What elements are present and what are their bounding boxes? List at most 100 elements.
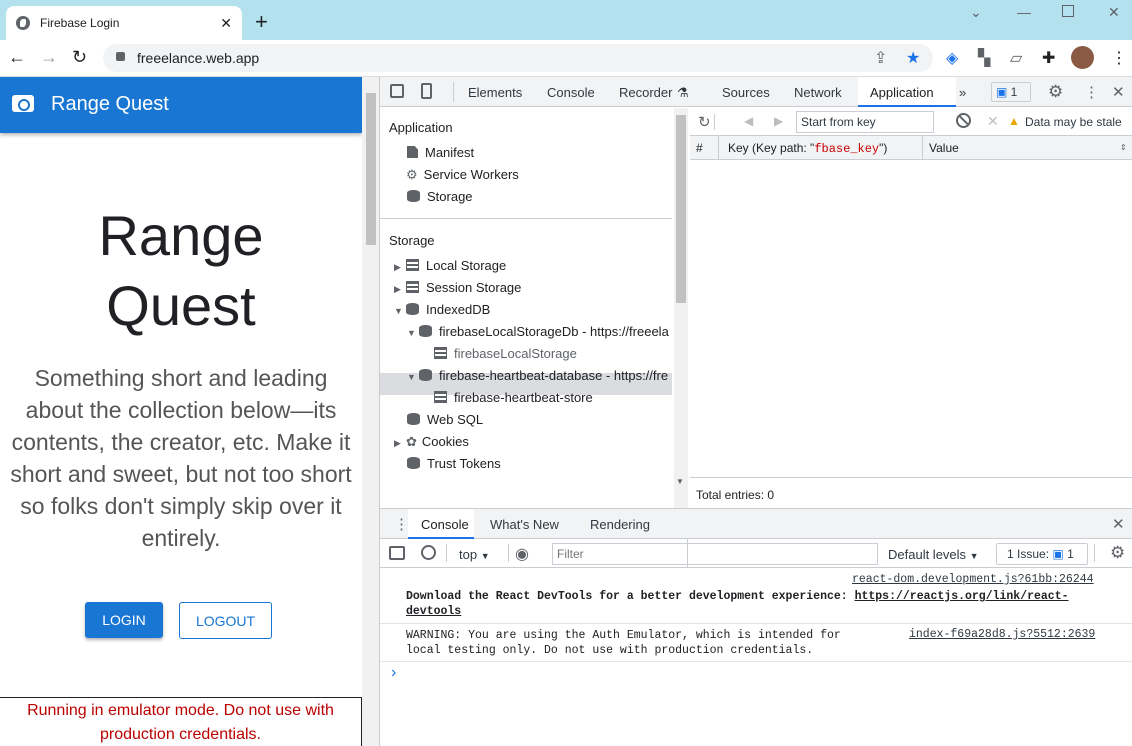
expand-arrow-icon[interactable]: ▶ [394, 278, 406, 300]
database-icon [407, 190, 420, 202]
drawer-tab-console[interactable]: Console [408, 509, 474, 539]
sidebar-item-web-sql[interactable]: Web SQL [407, 409, 483, 431]
scroll-thumb[interactable] [366, 93, 376, 245]
start-from-key-input[interactable]: Start from key [796, 111, 934, 133]
tab-recorder[interactable]: Recorder [619, 85, 672, 100]
tab-application[interactable]: Application [858, 77, 956, 107]
collapse-arrow-icon[interactable]: ▼ [394, 300, 406, 322]
avatar[interactable] [1071, 46, 1094, 69]
bookmark-star-icon[interactable]: ★ [906, 48, 920, 68]
prev-page-icon[interactable]: ◀ [744, 114, 753, 128]
drawer-menu-icon[interactable]: ⋮ [394, 515, 409, 533]
sidebar-item-firebase-local-store[interactable]: firebaseLocalStorage [434, 343, 577, 365]
sidebar-item-service-workers[interactable]: ⚙ Service Workers [406, 164, 519, 186]
column-key[interactable]: Key (Key path: "fbase_key") [728, 136, 887, 161]
column-number[interactable]: # [696, 136, 703, 160]
camera-icon [12, 95, 34, 112]
lock-icon[interactable] [116, 52, 125, 61]
log-levels-dropdown[interactable]: Default levels ▼ [888, 547, 979, 562]
tab-sources[interactable]: Sources [722, 85, 770, 100]
maximize-icon[interactable] [1062, 5, 1074, 17]
sidebar-item-storage[interactable]: Storage [407, 186, 473, 208]
url-text[interactable]: freeelance.web.app [137, 50, 259, 66]
sidebar-scrollbar[interactable] [674, 108, 688, 528]
tab-search-icon[interactable]: ⌄ [970, 4, 982, 21]
emulator-warning: Running in emulator mode. Do not use wit… [0, 697, 362, 746]
refresh-icon[interactable]: ↻ [698, 113, 711, 131]
inspect-icon[interactable] [390, 84, 404, 98]
drawer-tab-rendering[interactable]: Rendering [590, 517, 650, 532]
expand-arrow-icon[interactable]: ▶ [394, 432, 406, 454]
data-table-header: # Key (Key path: "fbase_key") Value ⇕ [690, 136, 1132, 160]
reload-icon[interactable]: ↻ [72, 47, 87, 68]
message-icon: ▣ [996, 85, 1011, 99]
sidebar-item-db-heartbeat[interactable]: ▼ firebase-heartbeat-database - https://f… [407, 365, 672, 387]
sidebar-item-session-storage[interactable]: ▶ Session Storage [394, 277, 521, 299]
issues-counter[interactable]: ▣ 1 [991, 82, 1031, 102]
sidebar-item-db-firebase-local[interactable]: ▼ firebaseLocalStorageDb - https://freeel… [407, 321, 672, 343]
message-source-link[interactable]: react-dom.development.js?61bb:26244 [852, 573, 1094, 586]
sidebar-item-label: firebaseLocalStorageDb - https://freeela [439, 324, 669, 339]
close-window-icon[interactable]: ✕ [1108, 4, 1120, 21]
eye-icon[interactable]: ◉ [515, 544, 529, 564]
extension-eraser-icon[interactable]: ▱ [1010, 48, 1022, 68]
total-entries: Total entries: 0 [690, 477, 1132, 508]
forward-icon[interactable]: → [40, 47, 58, 68]
extension-tag-icon[interactable]: ◈ [946, 48, 958, 68]
menu-dots-icon[interactable]: ⋮ [1111, 48, 1127, 68]
scroll-down-arrow-icon[interactable]: ▼ [676, 477, 684, 486]
globe-icon [16, 16, 30, 30]
context-selector[interactable]: top ▼ [459, 547, 490, 562]
extension-icon[interactable]: ▚ [978, 48, 990, 68]
close-devtools-icon[interactable]: ✕ [1112, 83, 1125, 101]
clear-console-icon[interactable] [421, 545, 436, 560]
sidebar-item-local-storage[interactable]: ▶ Local Storage [394, 255, 506, 277]
tab-network[interactable]: Network [794, 85, 842, 100]
indexeddb-toolbar: ↻ ◀ ▶ Start from key ✕ ▲ Data may be sta… [690, 108, 1132, 136]
minimize-icon[interactable]: — [1017, 4, 1031, 20]
delete-selected-icon[interactable]: ✕ [987, 113, 999, 130]
sidebar-item-heartbeat-store[interactable]: firebase-heartbeat-store [434, 387, 593, 409]
tab-elements[interactable]: Elements [468, 85, 522, 100]
message-source-link[interactable]: index-f69a28d8.js?5512:2639 [909, 628, 1095, 641]
login-button[interactable]: LOGIN [85, 602, 163, 638]
page-scrollbar[interactable] [362, 77, 380, 746]
logout-button[interactable]: LOGOUT [179, 602, 272, 639]
close-tab-icon[interactable]: ✕ [220, 15, 232, 32]
device-toolbar-icon[interactable] [421, 83, 432, 99]
back-icon[interactable]: ← [8, 47, 26, 68]
sidebar-toggle-icon[interactable] [389, 546, 405, 560]
share-icon[interactable]: ⇪ [874, 48, 887, 68]
column-value[interactable]: Value [929, 136, 959, 160]
app-title: Range Quest [51, 93, 169, 115]
console-filter-input[interactable]: Filter [552, 543, 878, 565]
sidebar-item-cookies[interactable]: ▶ ✿ Cookies [394, 431, 469, 453]
collapse-arrow-icon[interactable]: ▼ [407, 366, 419, 387]
console-issues-button[interactable]: 1 Issue: ▣ 1 [996, 543, 1088, 565]
sidebar-item-trust-tokens[interactable]: Trust Tokens [407, 453, 501, 475]
puzzle-icon[interactable]: ✚ [1042, 48, 1055, 68]
sidebar-item-manifest[interactable]: Manifest [407, 142, 474, 164]
collapse-arrow-icon[interactable]: ▼ [407, 322, 419, 343]
new-tab-button[interactable]: + [255, 10, 268, 34]
clear-object-store-icon[interactable] [956, 113, 971, 128]
settings-gear-icon[interactable]: ⚙ [1048, 82, 1063, 102]
sidebar-item-indexeddb[interactable]: ▼ IndexedDB [394, 299, 490, 321]
sidebar-item-label: firebaseLocalStorage [454, 346, 577, 361]
browser-tab[interactable]: Firebase Login ✕ [6, 6, 242, 40]
sidebar-item-label: Web SQL [427, 412, 484, 427]
drawer-tab-whats-new[interactable]: What's New [490, 517, 559, 532]
column-key-suffix: ") [879, 141, 888, 155]
tab-console[interactable]: Console [547, 85, 595, 100]
devtools-menu-icon[interactable]: ⋮ [1084, 83, 1099, 101]
scroll-thumb[interactable] [676, 115, 686, 303]
sidebar-item-label: Service Workers [423, 167, 519, 182]
close-drawer-icon[interactable]: ✕ [1112, 515, 1125, 533]
sort-icon[interactable]: ⇕ [1120, 136, 1127, 160]
divider [922, 136, 923, 160]
more-tabs-icon[interactable]: » [959, 85, 966, 100]
next-page-icon[interactable]: ▶ [774, 114, 783, 128]
console-prompt[interactable]: › [391, 664, 396, 682]
expand-arrow-icon[interactable]: ▶ [394, 256, 406, 278]
console-settings-gear-icon[interactable]: ⚙ [1110, 543, 1125, 563]
